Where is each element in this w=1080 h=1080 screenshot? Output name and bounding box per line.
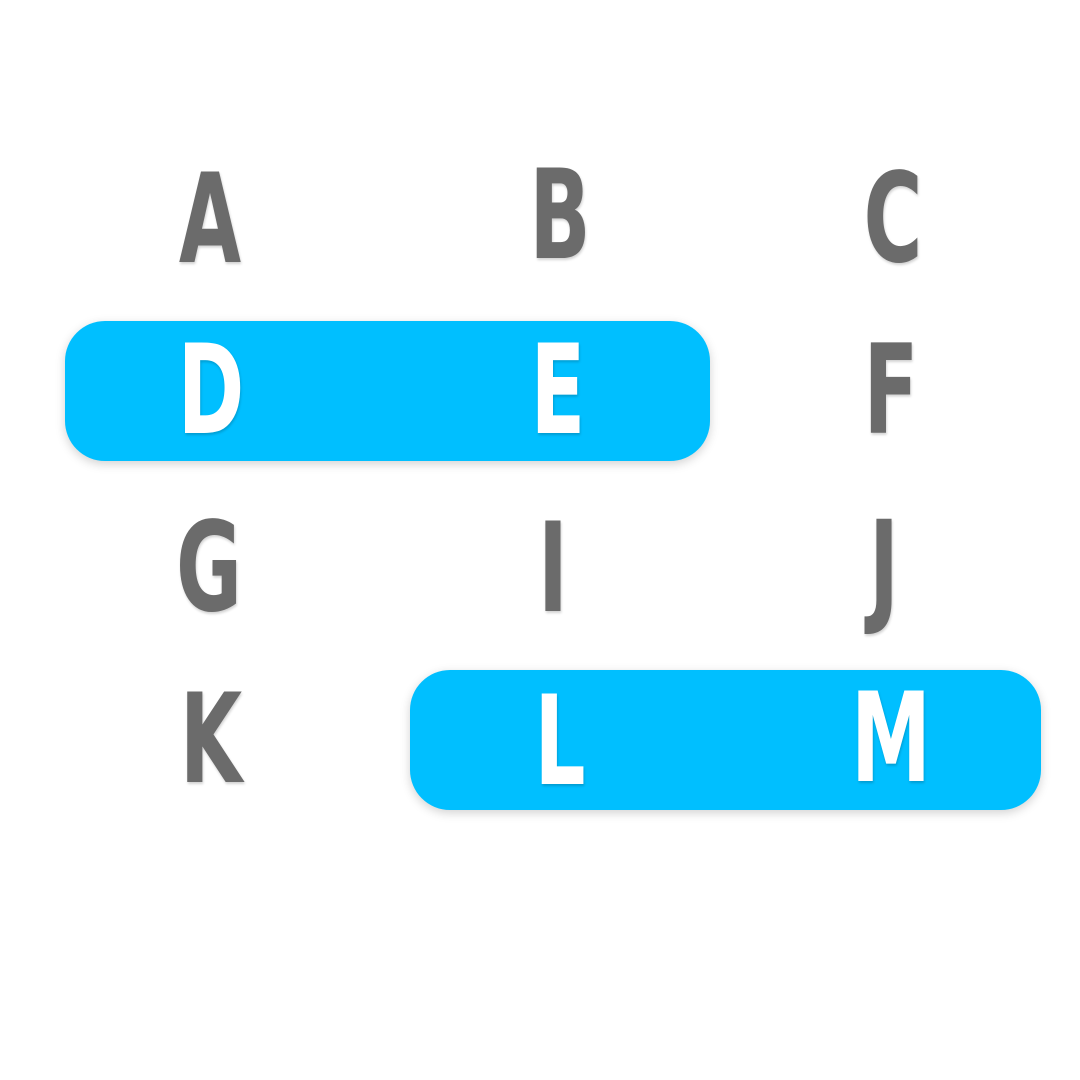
letter-tile-d[interactable]: D (153, 329, 268, 453)
letter-tile-a[interactable]: A (152, 158, 267, 282)
letter-tile-f[interactable]: F (833, 329, 948, 453)
letter-tile-i[interactable]: I (495, 507, 610, 631)
letter-tile-b[interactable]: B (502, 154, 617, 278)
letter-tile-c[interactable]: C (835, 157, 950, 281)
letter-tile-g[interactable]: G (151, 506, 266, 630)
letter-tile-e[interactable]: E (500, 329, 615, 453)
letter-tile-j[interactable]: J (826, 505, 941, 629)
letter-tile-l[interactable]: L (502, 680, 617, 804)
letter-tile-m[interactable]: M (833, 677, 948, 801)
letter-tile-k[interactable]: K (153, 678, 268, 802)
letter-grid-board: A B C D E F G I J K L M (0, 0, 1080, 1080)
